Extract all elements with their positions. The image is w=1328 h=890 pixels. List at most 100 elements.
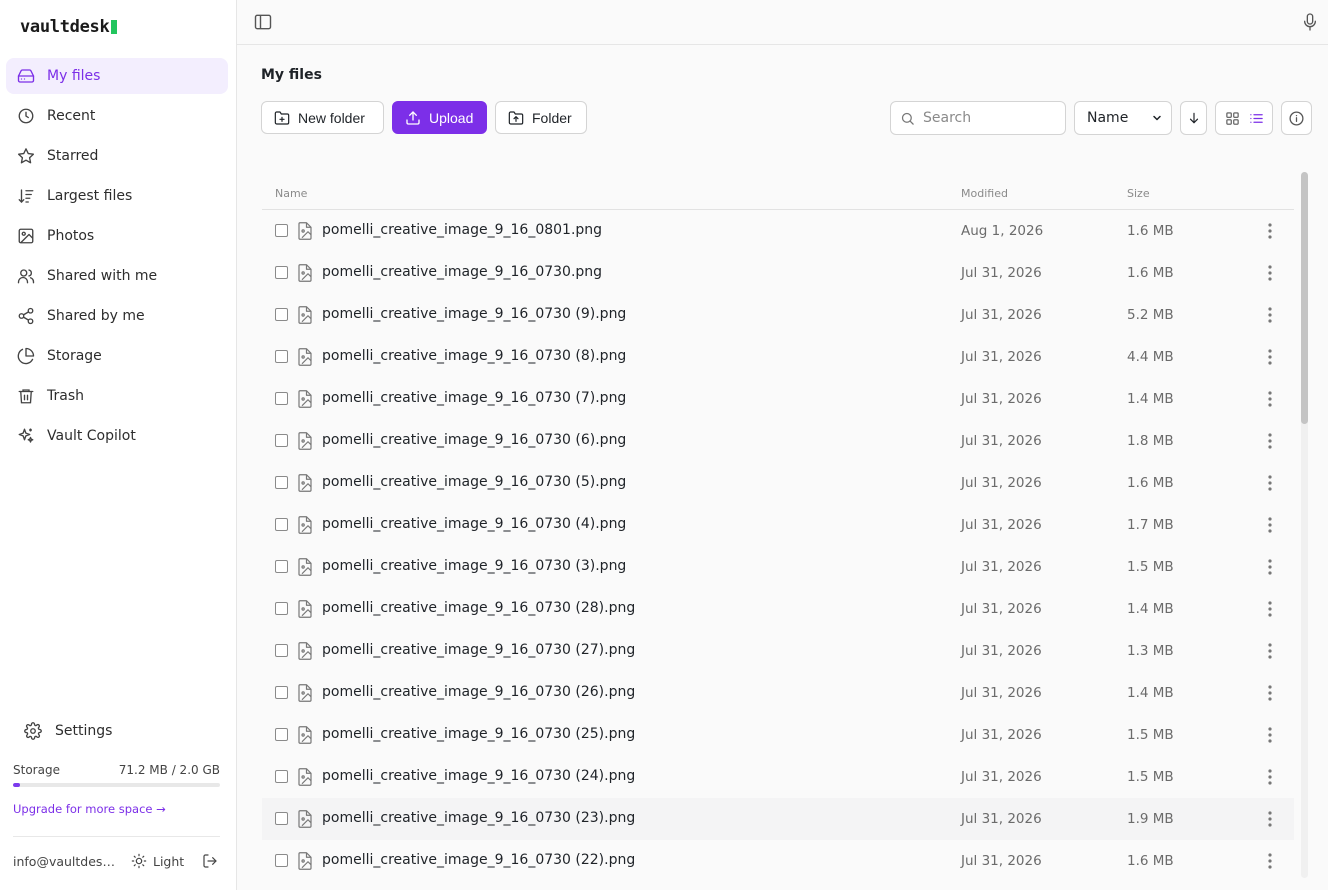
more-options-icon[interactable] <box>1262 768 1278 786</box>
table-row[interactable]: pomelli_creative_image_9_16_0730 (24).pn… <box>262 756 1294 798</box>
more-options-icon[interactable] <box>1262 474 1278 492</box>
row-checkbox[interactable] <box>275 602 288 615</box>
new-folder-button[interactable]: New folder <box>261 101 384 134</box>
settings-link[interactable]: Settings <box>24 722 112 740</box>
more-options-icon[interactable] <box>1262 222 1278 240</box>
file-modified: Jul 31, 2026 <box>961 391 1042 407</box>
sidebar-item-vault-copilot[interactable]: Vault Copilot <box>6 418 228 454</box>
more-options-icon[interactable] <box>1262 810 1278 828</box>
sidebar-item-starred[interactable]: Starred <box>6 138 228 174</box>
file-name[interactable]: pomelli_creative_image_9_16_0730 (28).pn… <box>322 600 635 616</box>
row-checkbox[interactable] <box>275 728 288 741</box>
file-name[interactable]: pomelli_creative_image_9_16_0730 (3).png <box>322 558 626 574</box>
table-row[interactable]: pomelli_creative_image_9_16_0730 (5).png… <box>262 462 1294 504</box>
sidebar-item-storage[interactable]: Storage <box>6 338 228 374</box>
file-name[interactable]: pomelli_creative_image_9_16_0730 (22).pn… <box>322 852 635 868</box>
table-row[interactable]: pomelli_creative_image_9_16_0730 (28).pn… <box>262 588 1294 630</box>
table-row[interactable]: pomelli_creative_image_9_16_0730 (4).png… <box>262 504 1294 546</box>
column-header-name[interactable]: Name <box>275 187 307 200</box>
sort-direction-button[interactable] <box>1180 101 1207 135</box>
file-name[interactable]: pomelli_creative_image_9_16_0730 (26).pn… <box>322 684 635 700</box>
row-checkbox[interactable] <box>275 350 288 363</box>
upload-folder-button[interactable]: Folder <box>495 101 587 134</box>
table-row[interactable]: pomelli_creative_image_9_16_0730.png Jul … <box>262 252 1294 294</box>
more-options-icon[interactable] <box>1262 852 1278 870</box>
more-options-icon[interactable] <box>1262 558 1278 576</box>
more-options-icon[interactable] <box>1262 264 1278 282</box>
more-options-icon[interactable] <box>1262 348 1278 366</box>
row-checkbox[interactable] <box>275 686 288 699</box>
table-row[interactable]: pomelli_creative_image_9_16_0730 (6).png… <box>262 420 1294 462</box>
list-view-icon[interactable] <box>1245 106 1267 130</box>
search-input[interactable] <box>923 110 1053 126</box>
file-name[interactable]: pomelli_creative_image_9_16_0730 (23).pn… <box>322 810 635 826</box>
more-options-icon[interactable] <box>1262 642 1278 660</box>
file-name[interactable]: pomelli_creative_image_9_16_0730 (8).png <box>322 348 626 364</box>
info-icon[interactable] <box>1281 101 1312 135</box>
table-row[interactable]: pomelli_creative_image_9_16_0730 (25).pn… <box>262 714 1294 756</box>
file-name[interactable]: pomelli_creative_image_9_16_0730 (27).pn… <box>322 642 635 658</box>
file-name[interactable]: pomelli_creative_image_9_16_0730 (7).png <box>322 390 626 406</box>
scrollbar[interactable] <box>1301 172 1308 878</box>
page-title: My files <box>261 67 322 83</box>
more-options-icon[interactable] <box>1262 684 1278 702</box>
table-row[interactable]: pomelli_creative_image_9_16_0730 (9).png… <box>262 294 1294 336</box>
sidebar-toggle-icon[interactable] <box>253 12 273 32</box>
clock-icon <box>17 107 35 125</box>
table-row[interactable]: pomelli_creative_image_9_16_0730 (22).pn… <box>262 840 1294 882</box>
table-row[interactable]: pomelli_creative_image_9_16_0730 (26).pn… <box>262 672 1294 714</box>
more-options-icon[interactable] <box>1262 600 1278 618</box>
row-checkbox[interactable] <box>275 224 288 237</box>
file-name[interactable]: pomelli_creative_image_9_16_0730 (24).pn… <box>322 768 635 784</box>
table-row[interactable]: pomelli_creative_image_9_16_0730 (23).pn… <box>262 798 1294 840</box>
table-row[interactable]: pomelli_creative_image_9_16_0730 (7).png… <box>262 378 1294 420</box>
row-checkbox[interactable] <box>275 644 288 657</box>
grid-view-icon[interactable] <box>1221 106 1243 130</box>
row-checkbox[interactable] <box>275 266 288 279</box>
file-name[interactable]: pomelli_creative_image_9_16_0730 (5).png <box>322 474 626 490</box>
file-name[interactable]: pomelli_creative_image_9_16_0730 (6).png <box>322 432 626 448</box>
column-header-modified[interactable]: Modified <box>961 187 1008 200</box>
scrollbar-thumb[interactable] <box>1301 172 1308 424</box>
more-options-icon[interactable] <box>1262 516 1278 534</box>
sidebar-item-photos[interactable]: Photos <box>6 218 228 254</box>
more-options-icon[interactable] <box>1262 306 1278 324</box>
file-name[interactable]: pomelli_creative_image_9_16_0730 (9).png <box>322 306 626 322</box>
more-options-icon[interactable] <box>1262 432 1278 450</box>
sidebar-item-largest-files[interactable]: Largest files <box>6 178 228 214</box>
row-checkbox[interactable] <box>275 434 288 447</box>
row-checkbox[interactable] <box>275 476 288 489</box>
sidebar-item-recent[interactable]: Recent <box>6 98 228 134</box>
row-checkbox[interactable] <box>275 812 288 825</box>
row-checkbox[interactable] <box>275 308 288 321</box>
theme-toggle[interactable]: Light <box>131 853 184 869</box>
row-checkbox[interactable] <box>275 392 288 405</box>
sidebar-item-trash[interactable]: Trash <box>6 378 228 414</box>
table-row[interactable]: pomelli_creative_image_9_16_0730 (27).pn… <box>262 630 1294 672</box>
column-header-size[interactable]: Size <box>1127 187 1150 200</box>
sidebar-item-my-files[interactable]: My files <box>6 58 228 94</box>
table-row[interactable]: pomelli_creative_image_9_16_0801.png Aug … <box>262 210 1294 252</box>
more-options-icon[interactable] <box>1262 726 1278 744</box>
sidebar-item-shared-by-me[interactable]: Shared by me <box>6 298 228 334</box>
sidebar-item-shared-with-me[interactable]: Shared with me <box>6 258 228 294</box>
upgrade-link[interactable]: Upgrade for more space → <box>13 802 220 816</box>
row-checkbox[interactable] <box>275 560 288 573</box>
table-row[interactable]: pomelli_creative_image_9_16_0730 (3).png… <box>262 546 1294 588</box>
file-name[interactable]: pomelli_creative_image_9_16_0801.png <box>322 222 602 238</box>
file-name[interactable]: pomelli_creative_image_9_16_0730.png <box>322 264 602 280</box>
file-name[interactable]: pomelli_creative_image_9_16_0730 (25).pn… <box>322 726 635 742</box>
microphone-icon[interactable] <box>1302 12 1318 32</box>
sort-select[interactable]: Name <box>1074 101 1172 135</box>
logout-icon[interactable] <box>202 853 218 869</box>
gear-icon <box>24 722 42 740</box>
table-row[interactable]: pomelli_creative_image_9_16_0730 (8).png… <box>262 336 1294 378</box>
app-logo[interactable]: vaultdesk <box>20 17 118 37</box>
more-options-icon[interactable] <box>1262 390 1278 408</box>
upload-button[interactable]: Upload <box>392 101 487 134</box>
row-checkbox[interactable] <box>275 854 288 867</box>
account-email[interactable]: info@vaultdesk.ai <box>13 854 117 869</box>
row-checkbox[interactable] <box>275 770 288 783</box>
row-checkbox[interactable] <box>275 518 288 531</box>
file-name[interactable]: pomelli_creative_image_9_16_0730 (4).png <box>322 516 626 532</box>
